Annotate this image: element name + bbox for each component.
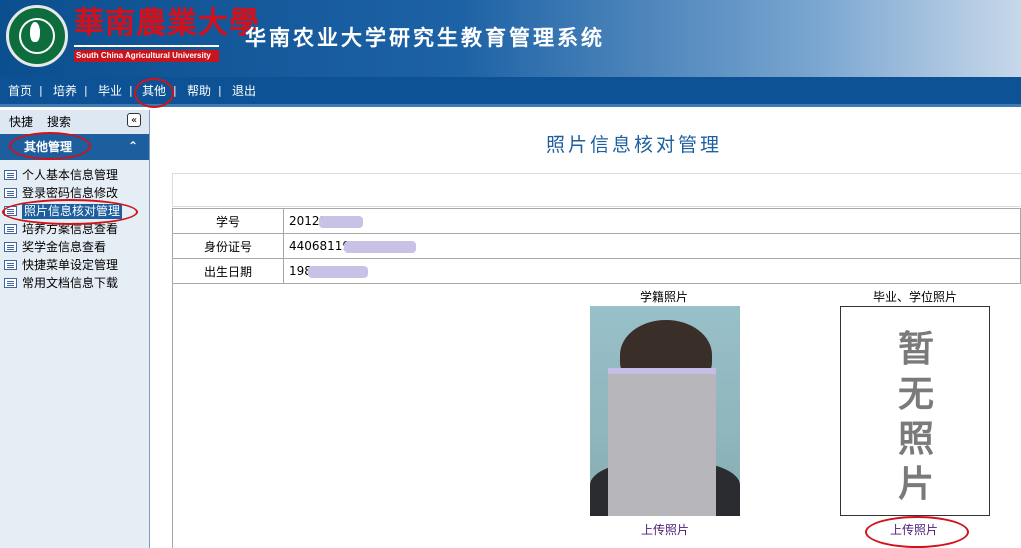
sidebar-item-scholarship[interactable]: 奖学金信息查看: [4, 239, 148, 256]
logo-divider: [74, 45, 219, 47]
system-title: 华南农业大学研究生教育管理系统: [245, 26, 605, 50]
collapse-sidebar-icon[interactable]: «: [127, 113, 141, 127]
document-icon: [4, 170, 17, 180]
sidebar-item-label: 快捷菜单设定管理: [22, 258, 119, 272]
sidebar-item-documents[interactable]: 常用文档信息下载: [4, 275, 148, 292]
redaction-mark: [307, 265, 368, 278]
redaction-mark: [319, 215, 364, 228]
university-seal-logo: [6, 5, 68, 67]
annotation-circle-upload: [865, 516, 969, 548]
nav-separator: |: [39, 84, 43, 97]
chevron-up-icon[interactable]: ⌃: [128, 138, 138, 154]
header-banner: 華南農業大學 South China Agricultural Universi…: [0, 0, 1021, 77]
nav-help[interactable]: 帮助: [187, 84, 211, 98]
tab-shortcuts[interactable]: 快捷: [9, 115, 33, 129]
nav-home[interactable]: 首页: [8, 84, 32, 98]
annotation-circle-photo-item: [2, 199, 138, 225]
enrollment-photo-caption: 学籍照片: [640, 290, 689, 304]
birth-date-cell: 198: [283, 258, 1021, 284]
nav-logout[interactable]: 退出: [232, 84, 256, 98]
sidebar: 快捷 搜索 « 其他管理 ⌃ 个人基本信息管理 登录密码信息修改 照片信息核对管…: [0, 110, 150, 548]
sidebar-tabs: 快捷 搜索 «: [0, 110, 149, 134]
sidebar-item-label: 常用文档信息下载: [22, 276, 119, 290]
sidebar-item-label: 个人基本信息管理: [22, 168, 119, 182]
upload-enrollment-photo-link[interactable]: 上传照片: [641, 523, 689, 537]
toolbar-strip: [172, 173, 1021, 207]
table-row: 学号 20122: [172, 208, 1021, 234]
document-icon: [4, 260, 17, 270]
no-photo-text: 暂无照片: [897, 329, 934, 505]
sidebar-item-label: 奖学金信息查看: [22, 240, 107, 254]
annotation-circle-nav-other: [134, 78, 174, 108]
nav-separator: |: [84, 84, 88, 97]
annotation-circle-section: [9, 132, 91, 160]
document-icon: [4, 224, 17, 234]
table-row: 身份证号 44068119: [172, 233, 1021, 259]
tab-search[interactable]: 搜索: [47, 115, 71, 129]
enrollment-photo: [590, 306, 740, 516]
student-info-table: 学号 20122 身份证号 44068119 出生日期 198: [172, 208, 1021, 284]
logo-english-name: South China Agricultural University: [74, 50, 219, 62]
sidebar-item-personal-info[interactable]: 个人基本信息管理: [4, 167, 148, 184]
document-icon: [4, 188, 17, 198]
student-id-label: 学号: [172, 208, 284, 234]
id-number-cell: 44068119: [283, 233, 1021, 259]
degree-photo-caption: 毕业、学位照片: [873, 290, 958, 304]
logo-calligraphy: 華南農業大學: [74, 6, 260, 41]
nav-training[interactable]: 培养: [53, 84, 77, 98]
birth-date-label: 出生日期: [172, 258, 284, 284]
id-number-value: 44068119: [289, 239, 351, 253]
nav-separator: |: [218, 84, 222, 97]
document-icon: [4, 278, 17, 288]
nav-graduation[interactable]: 毕业: [98, 84, 122, 98]
nav-separator: |: [129, 84, 133, 97]
id-number-label: 身份证号: [172, 233, 284, 259]
student-id-cell: 20122: [283, 208, 1021, 234]
redaction-mark: [344, 240, 417, 253]
table-row: 出生日期 198: [172, 258, 1021, 284]
document-icon: [4, 242, 17, 252]
page-title: 照片信息核对管理: [546, 134, 723, 156]
degree-photo-placeholder: 暂无照片: [840, 306, 990, 516]
sidebar-item-shortcut-menu[interactable]: 快捷菜单设定管理: [4, 257, 148, 274]
